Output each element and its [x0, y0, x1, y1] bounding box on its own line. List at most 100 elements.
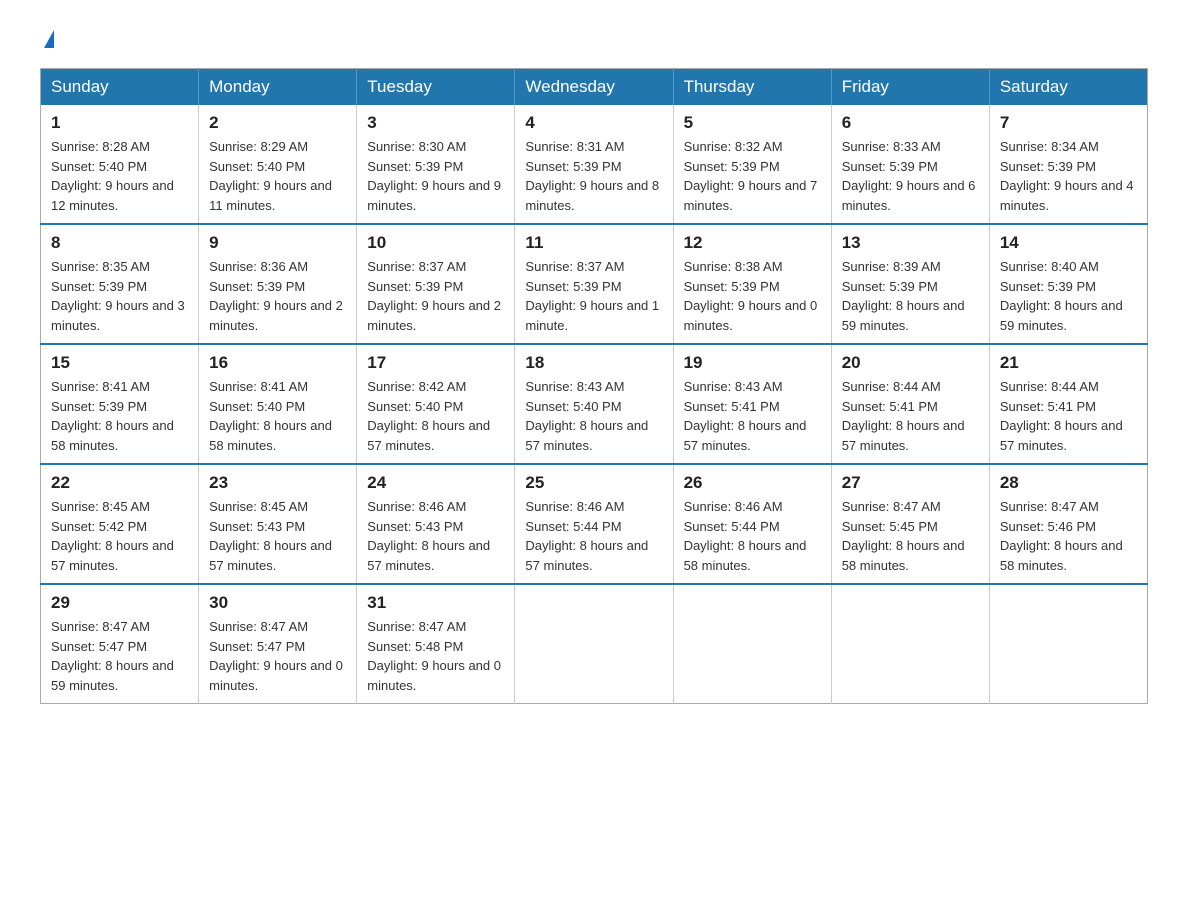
weekday-header-sunday: Sunday	[41, 69, 199, 106]
day-number: 19	[684, 353, 821, 373]
day-info: Sunrise: 8:44 AM Sunset: 5:41 PM Dayligh…	[842, 377, 979, 455]
weekday-header-row: SundayMondayTuesdayWednesdayThursdayFrid…	[41, 69, 1148, 106]
day-info: Sunrise: 8:47 AM Sunset: 5:47 PM Dayligh…	[51, 617, 188, 695]
day-info: Sunrise: 8:30 AM Sunset: 5:39 PM Dayligh…	[367, 137, 504, 215]
day-number: 25	[525, 473, 662, 493]
day-info: Sunrise: 8:46 AM Sunset: 5:43 PM Dayligh…	[367, 497, 504, 575]
day-number: 4	[525, 113, 662, 133]
calendar-cell: 5 Sunrise: 8:32 AM Sunset: 5:39 PM Dayli…	[673, 105, 831, 224]
weekday-header-wednesday: Wednesday	[515, 69, 673, 106]
day-number: 26	[684, 473, 821, 493]
day-info: Sunrise: 8:47 AM Sunset: 5:48 PM Dayligh…	[367, 617, 504, 695]
calendar-cell: 7 Sunrise: 8:34 AM Sunset: 5:39 PM Dayli…	[989, 105, 1147, 224]
calendar-header: SundayMondayTuesdayWednesdayThursdayFrid…	[41, 69, 1148, 106]
day-number: 31	[367, 593, 504, 613]
calendar-cell	[831, 584, 989, 704]
calendar-cell: 16 Sunrise: 8:41 AM Sunset: 5:40 PM Dayl…	[199, 344, 357, 464]
logo	[40, 30, 54, 48]
day-info: Sunrise: 8:37 AM Sunset: 5:39 PM Dayligh…	[367, 257, 504, 335]
day-info: Sunrise: 8:37 AM Sunset: 5:39 PM Dayligh…	[525, 257, 662, 335]
day-info: Sunrise: 8:43 AM Sunset: 5:40 PM Dayligh…	[525, 377, 662, 455]
day-info: Sunrise: 8:43 AM Sunset: 5:41 PM Dayligh…	[684, 377, 821, 455]
day-number: 23	[209, 473, 346, 493]
day-number: 21	[1000, 353, 1137, 373]
calendar-week-row: 22 Sunrise: 8:45 AM Sunset: 5:42 PM Dayl…	[41, 464, 1148, 584]
calendar-cell: 21 Sunrise: 8:44 AM Sunset: 5:41 PM Dayl…	[989, 344, 1147, 464]
page-header	[40, 30, 1148, 48]
day-number: 29	[51, 593, 188, 613]
calendar-cell: 2 Sunrise: 8:29 AM Sunset: 5:40 PM Dayli…	[199, 105, 357, 224]
calendar-body: 1 Sunrise: 8:28 AM Sunset: 5:40 PM Dayli…	[41, 105, 1148, 704]
calendar-cell: 30 Sunrise: 8:47 AM Sunset: 5:47 PM Dayl…	[199, 584, 357, 704]
day-number: 17	[367, 353, 504, 373]
calendar-cell: 27 Sunrise: 8:47 AM Sunset: 5:45 PM Dayl…	[831, 464, 989, 584]
day-number: 30	[209, 593, 346, 613]
calendar-cell: 29 Sunrise: 8:47 AM Sunset: 5:47 PM Dayl…	[41, 584, 199, 704]
calendar-cell	[989, 584, 1147, 704]
calendar-cell: 14 Sunrise: 8:40 AM Sunset: 5:39 PM Dayl…	[989, 224, 1147, 344]
calendar-cell: 22 Sunrise: 8:45 AM Sunset: 5:42 PM Dayl…	[41, 464, 199, 584]
day-number: 22	[51, 473, 188, 493]
day-number: 5	[684, 113, 821, 133]
calendar-cell: 3 Sunrise: 8:30 AM Sunset: 5:39 PM Dayli…	[357, 105, 515, 224]
calendar-cell	[673, 584, 831, 704]
day-info: Sunrise: 8:28 AM Sunset: 5:40 PM Dayligh…	[51, 137, 188, 215]
day-info: Sunrise: 8:42 AM Sunset: 5:40 PM Dayligh…	[367, 377, 504, 455]
day-number: 28	[1000, 473, 1137, 493]
weekday-header-saturday: Saturday	[989, 69, 1147, 106]
calendar-cell: 28 Sunrise: 8:47 AM Sunset: 5:46 PM Dayl…	[989, 464, 1147, 584]
day-info: Sunrise: 8:44 AM Sunset: 5:41 PM Dayligh…	[1000, 377, 1137, 455]
day-info: Sunrise: 8:47 AM Sunset: 5:46 PM Dayligh…	[1000, 497, 1137, 575]
day-number: 16	[209, 353, 346, 373]
day-number: 9	[209, 233, 346, 253]
calendar-cell: 23 Sunrise: 8:45 AM Sunset: 5:43 PM Dayl…	[199, 464, 357, 584]
day-info: Sunrise: 8:47 AM Sunset: 5:47 PM Dayligh…	[209, 617, 346, 695]
calendar-cell: 25 Sunrise: 8:46 AM Sunset: 5:44 PM Dayl…	[515, 464, 673, 584]
day-number: 12	[684, 233, 821, 253]
weekday-header-monday: Monday	[199, 69, 357, 106]
day-info: Sunrise: 8:33 AM Sunset: 5:39 PM Dayligh…	[842, 137, 979, 215]
calendar-week-row: 15 Sunrise: 8:41 AM Sunset: 5:39 PM Dayl…	[41, 344, 1148, 464]
day-info: Sunrise: 8:47 AM Sunset: 5:45 PM Dayligh…	[842, 497, 979, 575]
day-number: 24	[367, 473, 504, 493]
calendar-week-row: 29 Sunrise: 8:47 AM Sunset: 5:47 PM Dayl…	[41, 584, 1148, 704]
calendar-cell: 1 Sunrise: 8:28 AM Sunset: 5:40 PM Dayli…	[41, 105, 199, 224]
day-info: Sunrise: 8:34 AM Sunset: 5:39 PM Dayligh…	[1000, 137, 1137, 215]
day-number: 3	[367, 113, 504, 133]
day-number: 11	[525, 233, 662, 253]
calendar-table: SundayMondayTuesdayWednesdayThursdayFrid…	[40, 68, 1148, 704]
calendar-cell: 15 Sunrise: 8:41 AM Sunset: 5:39 PM Dayl…	[41, 344, 199, 464]
calendar-cell: 9 Sunrise: 8:36 AM Sunset: 5:39 PM Dayli…	[199, 224, 357, 344]
calendar-cell: 19 Sunrise: 8:43 AM Sunset: 5:41 PM Dayl…	[673, 344, 831, 464]
calendar-cell: 26 Sunrise: 8:46 AM Sunset: 5:44 PM Dayl…	[673, 464, 831, 584]
day-info: Sunrise: 8:41 AM Sunset: 5:39 PM Dayligh…	[51, 377, 188, 455]
day-number: 1	[51, 113, 188, 133]
calendar-cell: 31 Sunrise: 8:47 AM Sunset: 5:48 PM Dayl…	[357, 584, 515, 704]
day-info: Sunrise: 8:46 AM Sunset: 5:44 PM Dayligh…	[684, 497, 821, 575]
day-number: 6	[842, 113, 979, 133]
calendar-cell: 17 Sunrise: 8:42 AM Sunset: 5:40 PM Dayl…	[357, 344, 515, 464]
calendar-week-row: 8 Sunrise: 8:35 AM Sunset: 5:39 PM Dayli…	[41, 224, 1148, 344]
day-info: Sunrise: 8:35 AM Sunset: 5:39 PM Dayligh…	[51, 257, 188, 335]
calendar-cell: 8 Sunrise: 8:35 AM Sunset: 5:39 PM Dayli…	[41, 224, 199, 344]
day-info: Sunrise: 8:41 AM Sunset: 5:40 PM Dayligh…	[209, 377, 346, 455]
day-info: Sunrise: 8:36 AM Sunset: 5:39 PM Dayligh…	[209, 257, 346, 335]
day-info: Sunrise: 8:39 AM Sunset: 5:39 PM Dayligh…	[842, 257, 979, 335]
day-info: Sunrise: 8:40 AM Sunset: 5:39 PM Dayligh…	[1000, 257, 1137, 335]
day-number: 18	[525, 353, 662, 373]
calendar-cell: 10 Sunrise: 8:37 AM Sunset: 5:39 PM Dayl…	[357, 224, 515, 344]
calendar-week-row: 1 Sunrise: 8:28 AM Sunset: 5:40 PM Dayli…	[41, 105, 1148, 224]
calendar-cell: 11 Sunrise: 8:37 AM Sunset: 5:39 PM Dayl…	[515, 224, 673, 344]
day-number: 15	[51, 353, 188, 373]
day-info: Sunrise: 8:38 AM Sunset: 5:39 PM Dayligh…	[684, 257, 821, 335]
calendar-cell: 18 Sunrise: 8:43 AM Sunset: 5:40 PM Dayl…	[515, 344, 673, 464]
day-number: 2	[209, 113, 346, 133]
weekday-header-tuesday: Tuesday	[357, 69, 515, 106]
day-number: 13	[842, 233, 979, 253]
weekday-header-friday: Friday	[831, 69, 989, 106]
day-number: 7	[1000, 113, 1137, 133]
calendar-cell: 13 Sunrise: 8:39 AM Sunset: 5:39 PM Dayl…	[831, 224, 989, 344]
calendar-cell: 24 Sunrise: 8:46 AM Sunset: 5:43 PM Dayl…	[357, 464, 515, 584]
day-info: Sunrise: 8:45 AM Sunset: 5:42 PM Dayligh…	[51, 497, 188, 575]
day-number: 14	[1000, 233, 1137, 253]
